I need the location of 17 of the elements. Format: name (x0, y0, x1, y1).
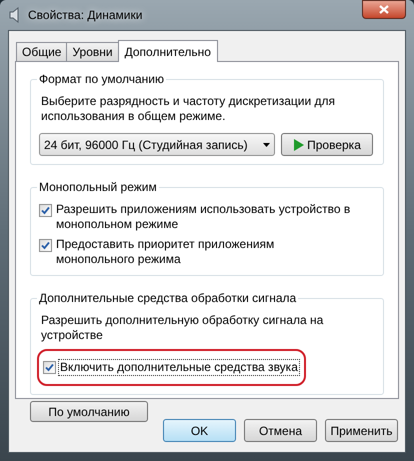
format-dropdown[interactable]: 24 бит, 96000 Гц (Студийная запись) (39, 133, 275, 156)
dialog-button[interactable]: Применить (325, 419, 398, 442)
dialog-button[interactable]: OK (163, 419, 236, 442)
test-button[interactable]: Проверка (281, 133, 373, 156)
checkbox-label: Разрешить приложениям использовать устройство в монопольном режиме (56, 202, 352, 232)
group-title: Монопольный режим (37, 179, 159, 195)
restore-defaults-button[interactable]: По умолчанию (30, 401, 148, 422)
description: Разрешить дополнительную обработку сигнала на устройстве (40, 313, 324, 343)
tab[interactable]: Общие (16, 42, 68, 61)
checkbox-label: Включить дополнительные средства звука (58, 359, 300, 376)
description: Выберите разрядность и частоту дискретизации для использования в общем режиме. (40, 94, 336, 124)
dialog-button[interactable]: Отмена (244, 419, 317, 442)
window-title: Свойства: Динамики (28, 7, 142, 24)
tab[interactable]: Уровни (66, 42, 119, 61)
group-title: Дополнительные средства обработки сигнала (37, 290, 298, 306)
tab[interactable]: Дополнительно (118, 40, 218, 62)
checkbox-label: Предоставить приоритет приложениям монопольного режима (56, 237, 276, 267)
